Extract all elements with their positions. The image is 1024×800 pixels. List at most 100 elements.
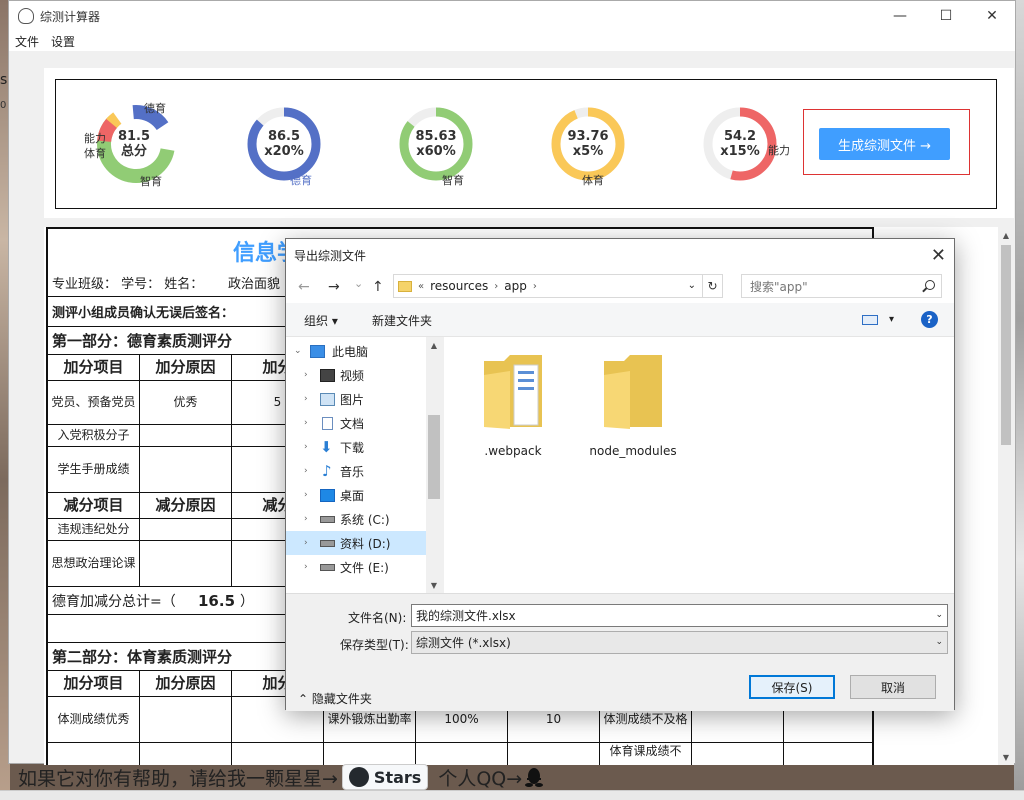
github-stars-button[interactable]: Stars [341, 764, 429, 790]
form-scrollbar[interactable]: ▲ ▼ [998, 227, 1014, 765]
scrollbar-thumb[interactable] [1001, 245, 1011, 445]
breadcrumb-separator[interactable]: › [533, 281, 537, 292]
chevron-down-icon[interactable]: ⌄ [935, 637, 943, 647]
table-cell[interactable] [140, 447, 232, 492]
github-star-banner: 如果它对你有帮助，请给我一颗星星→ Stars 个人QQ→ [18, 764, 544, 790]
file-item-webpack[interactable]: .webpack [468, 351, 558, 458]
filename-input[interactable]: 我的综测文件.xlsx ⌄ [411, 604, 948, 627]
scroll-up-arrow-icon[interactable]: ▲ [998, 227, 1014, 243]
table-cell[interactable]: 优秀 [140, 381, 232, 424]
view-mode-icon[interactable] [862, 315, 878, 325]
scroll-down-arrow-icon[interactable]: ▼ [426, 577, 442, 593]
chevron-right-icon[interactable]: › [304, 490, 308, 500]
chevron-right-icon[interactable]: › [304, 394, 308, 404]
moral-total-end: ） [240, 593, 254, 610]
dialog-close-button[interactable]: ✕ [931, 245, 946, 266]
chevron-down-icon[interactable]: ⌄ [688, 280, 696, 291]
table-cell[interactable] [140, 425, 232, 446]
cancel-button[interactable]: 取消 [850, 675, 936, 699]
minimize-button[interactable]: — [877, 1, 923, 31]
address-bar[interactable]: « resources › app › ⌄ ↻ [393, 274, 723, 298]
chevron-right-icon[interactable]: › [304, 562, 308, 572]
table-cell[interactable] [140, 519, 232, 540]
help-icon[interactable]: ? [921, 311, 938, 328]
scroll-down-arrow-icon[interactable]: ▼ [998, 749, 1014, 765]
tree-item-videos[interactable]: › 视频 [286, 363, 426, 387]
filename-label: 文件名(N): [348, 611, 407, 625]
scrollbar-thumb[interactable] [428, 415, 440, 499]
breadcrumb-separator[interactable]: › [494, 281, 498, 292]
table-cell [508, 743, 600, 765]
tree-item-this-pc[interactable]: ⌄ 此电脑 [286, 339, 426, 363]
hide-folders-toggle[interactable]: ⌃ 隐藏文件夹 [298, 690, 372, 707]
pictures-icon [320, 392, 335, 406]
organize-button[interactable]: 组织 ▾ [304, 312, 338, 329]
recent-locations-icon[interactable]: ⌄ [354, 277, 363, 290]
header-cell: 加分原因 [140, 671, 232, 696]
dialog-title-bar[interactable]: 导出综测文件 ✕ [286, 239, 954, 271]
drive-icon [320, 516, 335, 523]
up-arrow-icon[interactable]: ↑ [372, 279, 384, 295]
search-placeholder: 搜索"app" [750, 279, 808, 294]
header-cell: 减分项目 [48, 493, 140, 518]
view-dropdown-button[interactable]: ▾ [889, 314, 894, 325]
filetype-label: 保存类型(T): [340, 638, 409, 652]
table-cell [416, 743, 508, 765]
menu-file[interactable]: 文件 [15, 33, 39, 50]
tree-item-drive-e[interactable]: › 文件 (E:) [286, 555, 426, 579]
chevron-right-icon[interactable]: › [304, 418, 308, 428]
chevron-right-icon[interactable]: › [304, 514, 308, 524]
chevron-right-icon[interactable]: › [304, 370, 308, 380]
window-title: 综测计算器 [40, 9, 101, 24]
tree-item-downloads[interactable]: › ⬇ 下载 [286, 435, 426, 459]
sports-label: 体育 [582, 174, 604, 187]
table-cell: 入党积极分子 [48, 425, 140, 446]
file-item-node-modules[interactable]: node_modules [588, 351, 678, 458]
menu-settings[interactable]: 设置 [51, 33, 75, 50]
table-cell: 学生手册成绩 [48, 447, 140, 492]
table-cell[interactable] [140, 697, 232, 742]
desktop-icon [320, 488, 335, 502]
tree-scrollbar[interactable]: ▲ ▼ [426, 337, 442, 593]
scroll-up-arrow-icon[interactable]: ▲ [426, 337, 442, 353]
generate-file-button[interactable]: 生成综测文件 → [819, 128, 950, 160]
tree-item-drive-c[interactable]: › 系统 (C:) [286, 507, 426, 531]
title-bar[interactable]: 综测计算器 — ☐ ✕ [9, 1, 1015, 31]
part2-heading: 第二部分：体育素质测评分 [52, 648, 233, 666]
close-button[interactable]: ✕ [969, 1, 1015, 31]
table-cell: 体育课成绩不 [600, 743, 692, 765]
file-name: node_modules [589, 444, 677, 458]
breadcrumb-app[interactable]: app [504, 279, 527, 293]
chevron-right-icon[interactable]: › [304, 466, 308, 476]
chevron-right-icon[interactable]: › [304, 442, 308, 452]
refresh-icon[interactable]: ↻ [702, 275, 722, 297]
search-icon[interactable] [925, 280, 935, 290]
tree-item-desktop[interactable]: › 桌面 [286, 483, 426, 507]
pc-icon [310, 344, 325, 358]
intellect-score-value: 85.63 [415, 129, 457, 144]
tree-label: 资料 (D:) [340, 536, 391, 551]
search-input[interactable]: 搜索"app" [741, 274, 942, 298]
forward-arrow-icon[interactable]: → [328, 279, 340, 295]
address-overflow[interactable]: « [418, 281, 424, 292]
tree-item-music[interactable]: › ♪ 音乐 [286, 459, 426, 483]
tree-item-drive-d[interactable]: › 资料 (D:) [286, 531, 426, 555]
qq-penguin-icon[interactable] [524, 766, 544, 788]
tree-label: 视频 [340, 368, 365, 383]
table-cell [140, 743, 232, 765]
table-cell[interactable] [140, 541, 232, 586]
tree-item-pictures[interactable]: › 图片 [286, 387, 426, 411]
breadcrumb-resources[interactable]: resources [430, 279, 488, 293]
documents-icon [322, 416, 333, 430]
chevron-right-icon[interactable]: › [304, 538, 308, 548]
chevron-down-icon[interactable]: ⌄ [294, 346, 302, 356]
download-icon: ⬇ [320, 437, 333, 456]
filetype-select[interactable]: 综测文件 (*.xlsx) ⌄ [411, 631, 948, 654]
new-folder-button[interactable]: 新建文件夹 [372, 312, 432, 329]
back-arrow-icon[interactable]: ← [298, 279, 310, 295]
maximize-button[interactable]: ☐ [923, 1, 969, 31]
chevron-down-icon[interactable]: ⌄ [935, 610, 943, 620]
tree-label: 文档 [340, 416, 365, 431]
save-button[interactable]: 保存(S) [749, 675, 835, 699]
tree-item-documents[interactable]: › 文档 [286, 411, 426, 435]
